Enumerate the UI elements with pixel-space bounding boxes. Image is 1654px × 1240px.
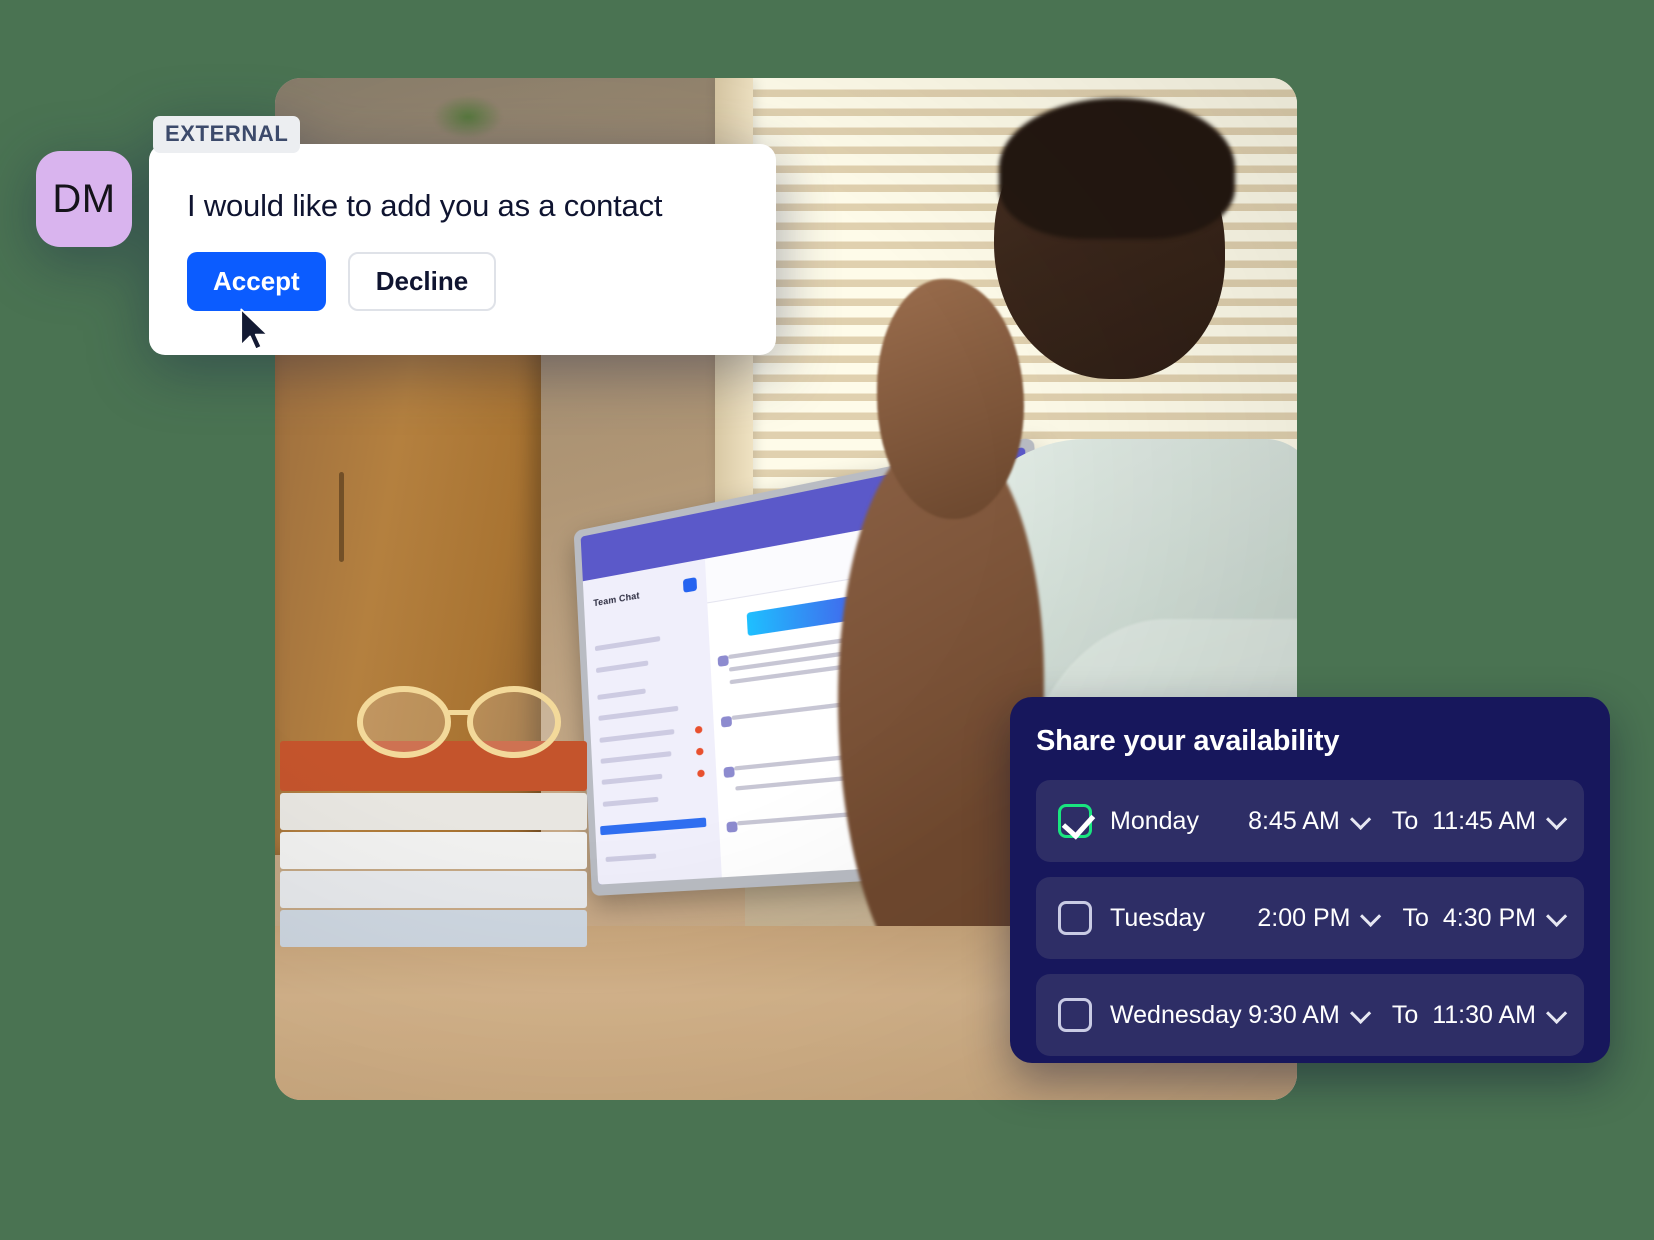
mouse-pointer-icon bbox=[240, 308, 269, 351]
screenshot-stage: Team Chat EXTERNAL DM I would like to ad… bbox=[0, 0, 1654, 1240]
day-label: Tuesday bbox=[1110, 903, 1205, 932]
day-checkbox-tuesday[interactable] bbox=[1058, 901, 1092, 935]
day-label: Wednesday bbox=[1110, 1000, 1242, 1029]
chevron-down-icon[interactable] bbox=[1349, 808, 1372, 830]
start-time-value: 8:45 AM bbox=[1248, 806, 1340, 835]
app-sidebar: Team Chat bbox=[582, 558, 723, 885]
book-stack bbox=[280, 740, 587, 947]
chevron-down-icon[interactable] bbox=[1546, 905, 1568, 927]
person-hand bbox=[876, 278, 1024, 520]
start-time-value: 2:00 PM bbox=[1257, 903, 1351, 932]
end-time-select[interactable]: 11:30 AM bbox=[1432, 1000, 1568, 1030]
decline-button[interactable]: Decline bbox=[347, 252, 497, 312]
chevron-down-icon[interactable] bbox=[1349, 1002, 1372, 1024]
day-label: Monday bbox=[1110, 806, 1199, 835]
dm-action-row: Accept Decline bbox=[187, 252, 742, 312]
avatar: DM bbox=[36, 151, 132, 247]
end-time-select[interactable]: 4:30 PM bbox=[1442, 903, 1568, 933]
start-time-select[interactable]: 2:00 PM bbox=[1257, 903, 1382, 933]
availability-row[interactable]: Monday 8:45 AM To 11:45 AM bbox=[1036, 780, 1584, 862]
external-badge: EXTERNAL bbox=[153, 116, 301, 153]
end-time-value: 11:30 AM bbox=[1432, 1000, 1536, 1029]
availability-row[interactable]: Tuesday 2:00 PM To 4:30 PM bbox=[1036, 877, 1584, 959]
end-time-select[interactable]: 11:45 AM bbox=[1432, 806, 1568, 836]
panel-title: Share your availability bbox=[1036, 725, 1340, 757]
day-checkbox-monday[interactable] bbox=[1058, 804, 1092, 838]
dm-message-text: I would like to add you as a contact bbox=[187, 188, 663, 223]
eyeglasses bbox=[356, 686, 562, 758]
start-time-select[interactable]: 9:30 AM bbox=[1248, 1000, 1372, 1030]
to-label: To bbox=[1391, 1000, 1419, 1029]
to-label: To bbox=[1391, 806, 1419, 835]
end-time-value: 11:45 AM bbox=[1432, 806, 1536, 835]
start-time-value: 9:30 AM bbox=[1248, 1000, 1340, 1029]
share-availability-panel: Share your availability Monday 8:45 AM T… bbox=[1010, 697, 1610, 1063]
day-checkbox-wednesday[interactable] bbox=[1058, 998, 1092, 1032]
chevron-down-icon[interactable] bbox=[1546, 1002, 1568, 1024]
end-time-value: 4:30 PM bbox=[1442, 903, 1536, 932]
availability-row[interactable]: Wednesday 9:30 AM To 11:30 AM bbox=[1036, 974, 1584, 1056]
to-label: To bbox=[1402, 903, 1429, 932]
sidebar-title: Team Chat bbox=[592, 589, 640, 608]
person-hair bbox=[999, 98, 1235, 239]
chevron-down-icon[interactable] bbox=[1360, 905, 1382, 927]
chevron-down-icon[interactable] bbox=[1546, 808, 1568, 830]
start-time-select[interactable]: 8:45 AM bbox=[1248, 806, 1372, 836]
new-chat-button bbox=[682, 576, 697, 593]
accept-button[interactable]: Accept bbox=[187, 252, 326, 312]
